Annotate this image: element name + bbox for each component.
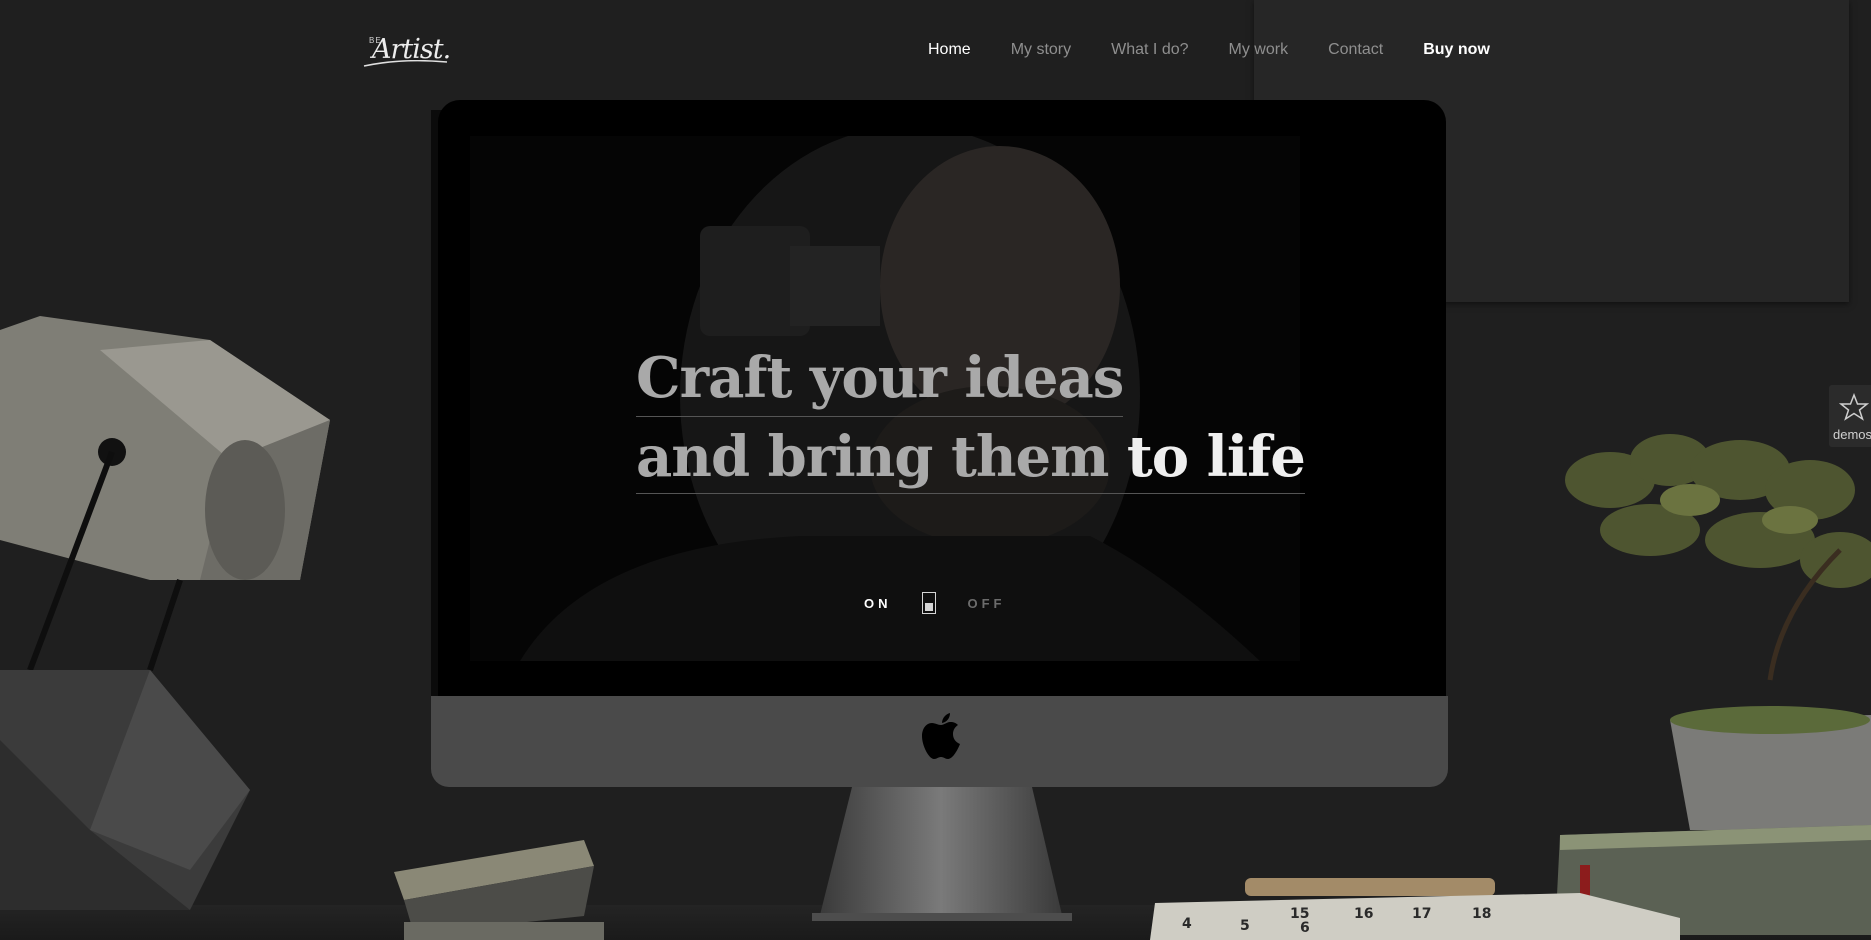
toggle-switch[interactable] xyxy=(921,592,936,614)
headline-highlight: to life xyxy=(1126,424,1306,490)
apple-logo-icon xyxy=(922,713,960,759)
demos-label: demos xyxy=(1833,427,1871,442)
star-icon xyxy=(1839,393,1869,421)
toggle-on-label[interactable]: ON xyxy=(864,596,892,611)
tape-number: 16 xyxy=(1354,906,1373,922)
hero-headline: Craft your ideas and bring them to life xyxy=(636,346,1306,494)
tape-number: 15 xyxy=(1290,906,1309,922)
tape-number: 6 xyxy=(1300,920,1310,936)
nav-my-work[interactable]: My work xyxy=(1229,38,1289,62)
stapler-illustration xyxy=(394,840,604,940)
nav-home[interactable]: Home xyxy=(928,38,971,62)
headline-line-2: and bring them to life xyxy=(636,424,1306,494)
toggle-off-label[interactable]: OFF xyxy=(968,596,1006,611)
monitor-stand xyxy=(812,787,1072,921)
nav-contact[interactable]: Contact xyxy=(1328,38,1383,62)
headline-line-2-text: and bring them xyxy=(636,424,1127,490)
plant-illustration xyxy=(1555,434,1871,935)
tape-number: 18 xyxy=(1472,906,1491,922)
nav-my-story[interactable]: My story xyxy=(1011,38,1071,62)
toggle-knob xyxy=(924,603,933,611)
tape-number: 4 xyxy=(1182,916,1192,932)
site-logo[interactable]: BE Artist. xyxy=(362,30,452,70)
measuring-tape-illustration: 4 5 6 15 16 17 18 xyxy=(1150,878,1680,940)
tape-number: 17 xyxy=(1412,906,1431,922)
demos-side-button[interactable]: demos xyxy=(1829,385,1871,447)
on-off-toggle[interactable]: ON OFF xyxy=(864,592,1006,614)
logo-underline xyxy=(363,60,448,67)
desk-lamp-illustration xyxy=(0,316,330,910)
buy-now-link[interactable]: Buy now xyxy=(1423,38,1490,62)
headline-line-1: Craft your ideas xyxy=(636,346,1124,417)
main-nav: Home My story What I do? My work Contact… xyxy=(928,38,1490,62)
nav-what-i-do[interactable]: What I do? xyxy=(1111,38,1188,62)
tape-number: 5 xyxy=(1240,918,1250,934)
